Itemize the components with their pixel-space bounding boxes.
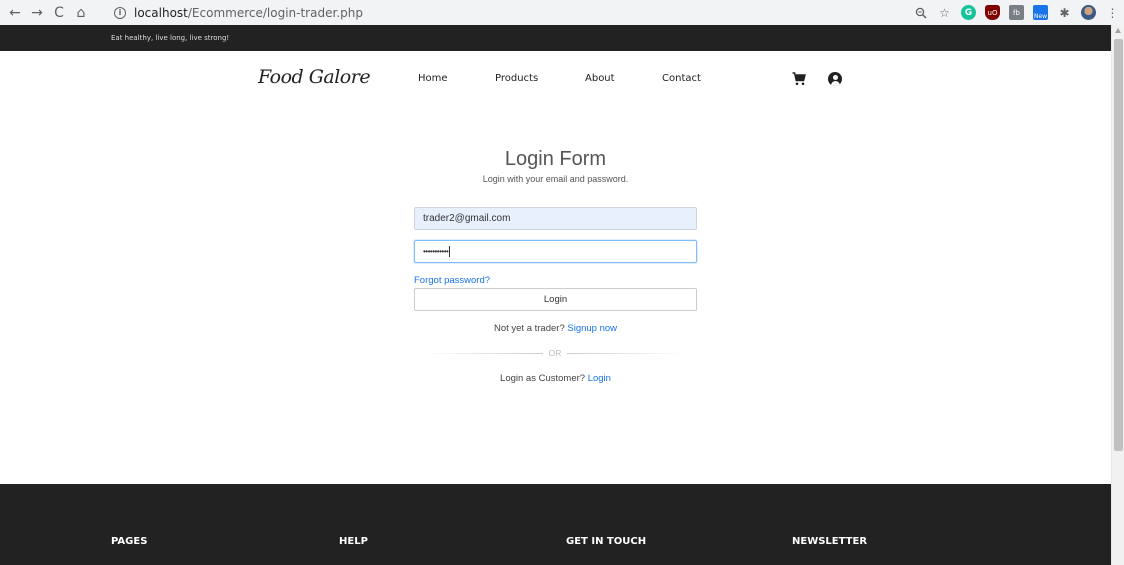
signup-prompt: Not yet a trader? Signup now (0, 323, 1111, 334)
cart-icon[interactable] (792, 72, 806, 91)
password-field[interactable]: ••••••••••• (414, 240, 697, 263)
signup-prompt-text: Not yet a trader? (493, 323, 565, 334)
forward-icon[interactable]: → (26, 2, 48, 24)
nav-contact[interactable]: Contact (662, 73, 701, 84)
star-icon[interactable]: ☆ (937, 5, 952, 20)
reload-icon[interactable]: C (48, 2, 70, 24)
footer-heading-help: HELP (339, 536, 368, 547)
site-footer: PAGES HELP GET IN TOUCH NEWSLETTER (0, 484, 1111, 565)
menu-dots-icon[interactable]: ⋮ (1105, 5, 1120, 20)
page-title: Login Form (504, 148, 607, 170)
nav-home[interactable]: Home (418, 73, 448, 84)
signup-link[interactable]: Signup now (567, 323, 617, 334)
text-caret (449, 246, 451, 257)
address-bar[interactable]: i localhost/Ecommerce/login-trader.php (104, 2, 880, 23)
scrollbar-thumb[interactable] (1114, 39, 1123, 451)
site-header: Food Galore Home Products About Contact (0, 51, 1111, 107)
home-icon[interactable]: ⌂ (70, 2, 92, 24)
forgot-password-link[interactable]: Forgot password? (414, 275, 490, 286)
puzzle-icon[interactable]: ✱ (1057, 5, 1072, 20)
new-extension-icon[interactable]: New (1033, 5, 1048, 20)
back-icon[interactable]: ← (4, 2, 26, 24)
user-account-icon[interactable] (828, 72, 842, 86)
url-host: localhost (134, 5, 188, 20)
browser-actions: ☆ G uO fb New ✱ ⋮ (913, 3, 1120, 22)
nav-products[interactable]: Products (495, 73, 538, 84)
info-icon[interactable]: i (114, 6, 126, 19)
browser-toolbar: ← → C ⌂ i localhost/Ecommerce/login-trad… (0, 0, 1124, 25)
scroll-up-icon[interactable] (1115, 28, 1121, 33)
site-logo[interactable]: Food Galore (258, 66, 371, 88)
or-divider: OR (424, 348, 686, 358)
avatar[interactable] (1081, 5, 1096, 20)
email-field[interactable]: trader2@gmail.com (414, 207, 697, 230)
zoom-icon[interactable] (913, 5, 928, 20)
grammarly-icon[interactable]: G (961, 5, 976, 20)
or-text: OR (548, 348, 562, 358)
tagline-bar: Eat healthy, live long, live strong! (0, 25, 1111, 51)
login-button[interactable]: Login (414, 288, 697, 311)
email-value: trader2@gmail.com (423, 213, 511, 224)
customer-login-prompt: Login as Customer? Login (0, 373, 1111, 384)
tagline: Eat healthy, live long, live strong! (111, 34, 230, 42)
customer-login-link[interactable]: Login (588, 373, 611, 384)
page-scrollbar[interactable] (1111, 25, 1124, 565)
nav-about[interactable]: About (585, 73, 615, 84)
footer-heading-newsletter: NEWSLETTER (792, 536, 868, 547)
extension-box-icon[interactable]: fb (1009, 5, 1024, 20)
footer-heading-contact: GET IN TOUCH (566, 536, 647, 547)
footer-heading-pages: PAGES (111, 536, 148, 547)
password-value: ••••••••••• (423, 247, 449, 256)
ublock-icon[interactable]: uO (985, 5, 1000, 20)
customer-prompt-text: Login as Customer? (500, 373, 586, 384)
page-subtitle: Login with your email and password. (482, 174, 629, 184)
url-path: /Ecommerce/login-trader.php (187, 5, 363, 20)
